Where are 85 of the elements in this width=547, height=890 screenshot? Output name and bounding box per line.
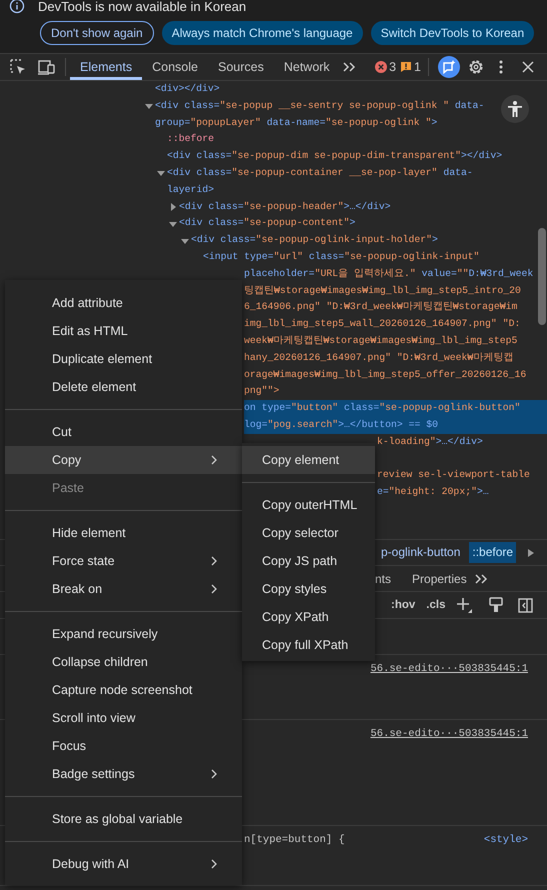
menu-item[interactable]: Capture node screenshot <box>5 676 242 704</box>
warning-icon[interactable] <box>400 61 412 73</box>
dom-line[interactable]: 6_164906.png" "D:₩3rd_week₩마케팅캡틴₩storage₩im <box>244 299 547 316</box>
menu-item[interactable]: Store as global variable <box>5 805 242 833</box>
menu-item[interactable]: Copy <box>5 446 242 474</box>
collapsed-arrow-icon[interactable] <box>169 202 177 211</box>
dom-line[interactable]: k-loading">…</div> <box>377 434 547 451</box>
scrollbar-thumb[interactable] <box>538 228 546 325</box>
dom-line[interactable]: layerid> <box>167 182 547 199</box>
warning-count[interactable]: 1 <box>414 60 421 74</box>
menu-item[interactable]: Copy XPath <box>242 603 375 631</box>
hover-toggle[interactable]: :hov <box>391 599 416 611</box>
panel-tab[interactable]: Network <box>274 54 340 80</box>
menu-item[interactable]: Collapse children <box>5 648 242 676</box>
menu-item[interactable]: Edit as HTML <box>5 317 242 345</box>
settings-icon[interactable] <box>467 58 485 76</box>
expanded-arrow-icon[interactable] <box>145 102 153 110</box>
menu-item[interactable]: Expand recursively <box>5 620 242 648</box>
menu-item[interactable]: Hide element <box>5 519 242 547</box>
class-toggle[interactable]: .cls <box>426 599 446 611</box>
dom-line[interactable]: 팅캡틴₩storage₩images₩img_lbl_img_step5_intro_20 <box>244 282 547 300</box>
close-icon[interactable] <box>522 61 534 73</box>
dom-line[interactable]: <div class="se-popup-content"> <box>179 215 547 232</box>
more-tabs-icon[interactable] <box>342 61 356 73</box>
source-link[interactable]: 56.se-edito···503835445:1 <box>370 728 528 740</box>
dom-line[interactable]: <div class="se-popup-container __se-pop-layer" data- <box>167 164 547 182</box>
dom-line[interactable]: placeholder="URL을 입력하세요." value=""D:₩3rd_week <box>244 266 547 283</box>
menu-item[interactable]: Copy JS path <box>242 547 375 575</box>
menu-item[interactable]: Scroll into view <box>5 704 242 732</box>
menu-item[interactable]: Copy selector <box>242 519 375 547</box>
menu-item[interactable]: Copy outerHTML <box>242 491 375 519</box>
menu-item[interactable]: Cut <box>5 418 242 446</box>
accessibility-icon[interactable] <box>501 95 529 123</box>
more-tabs-icon[interactable] <box>474 572 488 584</box>
plus-icon[interactable] <box>456 597 472 613</box>
source-link[interactable]: <style> <box>484 834 528 846</box>
menu-item[interactable]: Copy element <box>242 446 375 474</box>
dom-line[interactable]: <input type="url" class="se-popup-oglink-input" <box>203 248 547 266</box>
error-icon[interactable] <box>375 61 388 73</box>
menu-item[interactable]: Force state <box>5 547 242 575</box>
dom-line[interactable]: ::before <box>167 131 547 148</box>
dom-line[interactable]: e="height: 20px;">… <box>377 484 547 501</box>
expanded-arrow-icon[interactable] <box>157 169 165 178</box>
dom-line[interactable]: img_lbl_img_step5_wall_20260126_164907.png" "D: <box>244 316 547 333</box>
dom-line[interactable]: group="popupLayer" data-name="se-popup-oglink "> <box>155 114 547 132</box>
dom-line[interactable]: review se-l-viewport-table <box>377 467 547 484</box>
panel-tab[interactable]: Sources <box>208 54 274 80</box>
breadcrumb[interactable]: p-oglink-button <box>378 542 464 563</box>
source-link[interactable]: 56.se-edito···503835445:1 <box>370 663 528 675</box>
dom-line[interactable]: <div class="se-popup-header">…</div> <box>179 198 547 216</box>
dom-line[interactable]: hany_20260126_164907.png" "D:₩3rd_week₩마케팅캡 <box>244 350 547 367</box>
breadcrumb[interactable]: ::before <box>469 542 516 563</box>
infobar-message: DevTools is now available in Korean <box>38 0 246 14</box>
sidebar-tab[interactable]: Properties <box>412 572 467 586</box>
dom-line[interactable]: png""> <box>244 383 547 400</box>
menu-item[interactable]: Break on <box>5 575 242 603</box>
menu-item[interactable]: Add attribute <box>5 289 242 317</box>
infobar-button[interactable]: Always match Chrome's language <box>162 21 363 45</box>
menu-item[interactable]: Focus <box>5 732 242 760</box>
dom-line[interactable]: <div class="se-popup __se-sentry se-popup-oglink " data- <box>155 98 547 115</box>
menu-item[interactable]: Duplicate element <box>5 345 242 373</box>
menu-item[interactable]: Badge settings <box>5 760 242 788</box>
dom-line[interactable]: <div></div> <box>155 81 547 98</box>
error-count[interactable]: 3 <box>389 60 396 74</box>
sidebar-tab[interactable]: nts <box>375 572 392 586</box>
menu-item[interactable]: Copy styles <box>242 575 375 603</box>
menu-item[interactable]: Delete element <box>5 373 242 401</box>
expanded-arrow-icon[interactable] <box>181 236 189 245</box>
info-icon <box>9 0 25 14</box>
ai-assistant-icon[interactable] <box>438 56 460 78</box>
sidebar-toggle-icon[interactable] <box>518 598 534 612</box>
more-options-icon[interactable] <box>498 59 504 75</box>
expanded-arrow-icon[interactable] <box>169 220 177 228</box>
dom-line[interactable]: <div class="se-popup-oglink-input-holder"> <box>191 232 547 249</box>
infobar-button[interactable]: Don't show again <box>40 21 154 45</box>
dom-line[interactable]: <div class="se-popup-dim se-popup-dim-transparent"></div> <box>167 148 547 165</box>
menu-item[interactable]: Debug with AI <box>5 850 242 878</box>
scroll-right-icon[interactable] <box>528 548 534 556</box>
paint-brush-icon[interactable] <box>489 597 504 613</box>
panel-tab[interactable]: Console <box>142 54 208 80</box>
dom-line[interactable]: week₩마케팅캡틴₩storage₩images₩img_lbl_img_step5 <box>244 332 547 350</box>
infobar-button[interactable]: Switch DevTools to Korean <box>370 21 534 45</box>
menu-item[interactable]: Copy full XPath <box>242 631 375 659</box>
dom-line[interactable]: orage₩images₩img_lbl_img_step5_offer_20260126_16 <box>244 366 547 384</box>
style-selector: n[type=button] { <box>244 834 345 846</box>
